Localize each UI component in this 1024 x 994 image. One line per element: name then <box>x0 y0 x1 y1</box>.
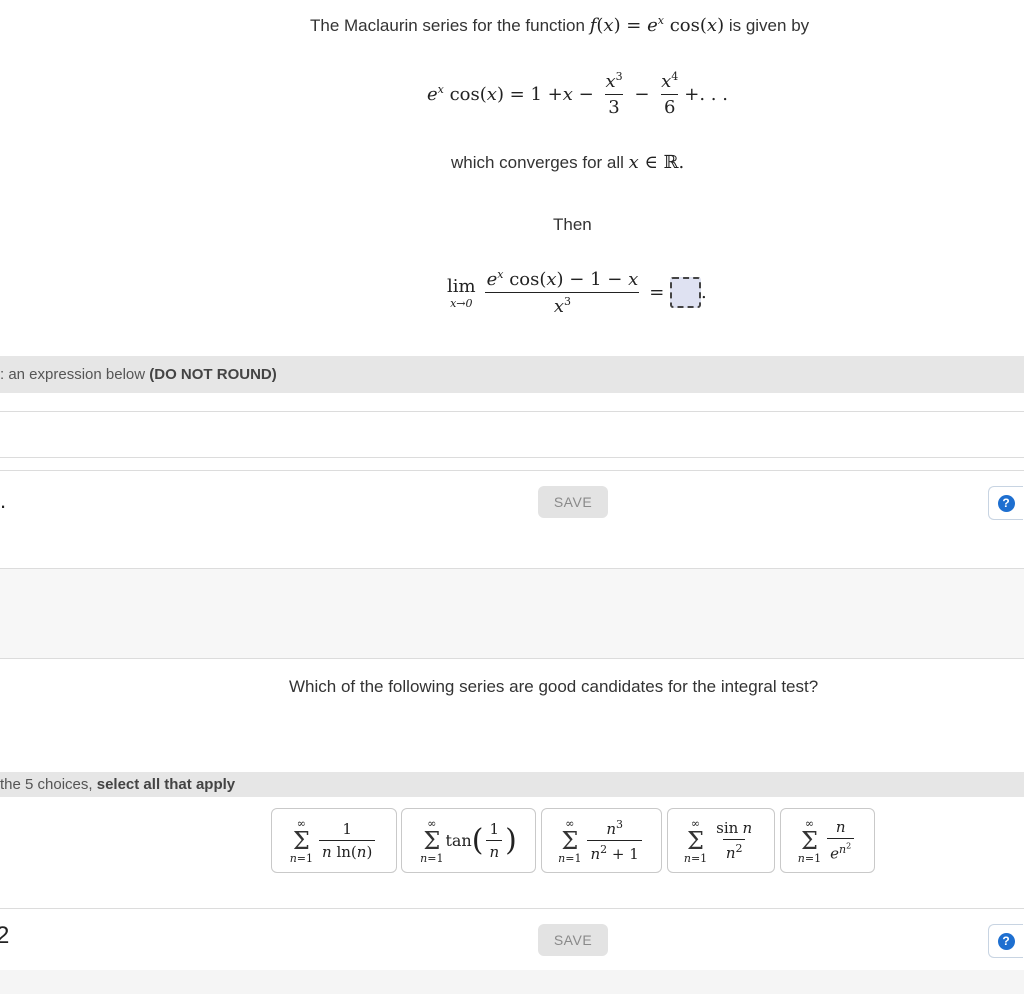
help-icon: ? <box>997 932 1015 950</box>
series-choice-2[interactable]: ∞ Σn=1 tan(1 n) <box>401 808 536 873</box>
answer-input-bottom-border <box>0 457 1024 458</box>
converges-text: which converges for all <box>451 153 624 172</box>
q2-help-button[interactable]: ? <box>988 924 1023 958</box>
q2-instruction-label: the 5 choices, <box>0 776 93 793</box>
q2-top-divider <box>0 658 1024 659</box>
sigma-5: ∞ Σn=1 <box>797 816 822 865</box>
sigma-4: ∞ Σn=1 <box>683 816 708 865</box>
series-choice-4[interactable]: ∞ Σn=1 sin n n2 <box>667 808 775 873</box>
q2-save-button[interactable]: SAVE <box>538 924 608 956</box>
q1-left-marker: . <box>0 488 7 513</box>
q1-save-button[interactable]: SAVE <box>538 486 608 518</box>
q1-instruction-label: : an expression below <box>0 366 146 383</box>
q2-left-marker: 2 <box>0 922 10 949</box>
q1-instruction-bar: : an expression below (DO NOT ROUND) <box>0 356 1024 393</box>
sigma-3: ∞ Σn=1 <box>558 816 582 865</box>
question-spacer <box>0 569 1024 658</box>
q2-instruction-bar: the 5 choices, select all that apply <box>0 772 1024 797</box>
q1-instruction-bold: (DO NOT ROUND) <box>149 366 277 383</box>
then-text: Then <box>553 215 592 234</box>
series-choice-3[interactable]: ∞ Σn=1 n3 n2 + 1 <box>541 808 662 873</box>
q1-divider <box>0 470 1024 471</box>
answer-placeholder-box <box>670 277 702 308</box>
q1-intro-suffix: is given by <box>728 16 810 35</box>
answer-input[interactable] <box>0 412 1024 456</box>
q1-intro: The Maclaurin series for the function f(… <box>310 14 810 36</box>
sigma-1: ∞ Σn=1 <box>289 816 314 865</box>
q1-intro-text: The Maclaurin series for the function <box>310 16 585 35</box>
page-footer <box>0 970 1024 994</box>
series-choice-1[interactable]: ∞ Σn=1 1n ln(n) <box>271 808 397 873</box>
convergence-statement: which converges for all x ∈ ℝ. <box>451 152 685 173</box>
limit-expression: lim x→0 ex cos(x) − 1 − x x3 = . <box>447 268 707 317</box>
help-icon: ? <box>997 494 1015 512</box>
q2-divider <box>0 908 1024 909</box>
maclaurin-series-equation: ex cos(x) = 1 + x − x3 3 − x4 6 +. . . <box>427 70 728 118</box>
q2-instruction-bold: select all that apply <box>96 776 236 793</box>
sigma-2: ∞ Σn=1 <box>420 816 444 865</box>
q2-question-text: Which of the following series are good c… <box>289 677 819 696</box>
series-choice-5[interactable]: ∞ Σn=1 n en2 <box>780 808 875 873</box>
q1-help-button[interactable]: ? <box>988 486 1023 520</box>
